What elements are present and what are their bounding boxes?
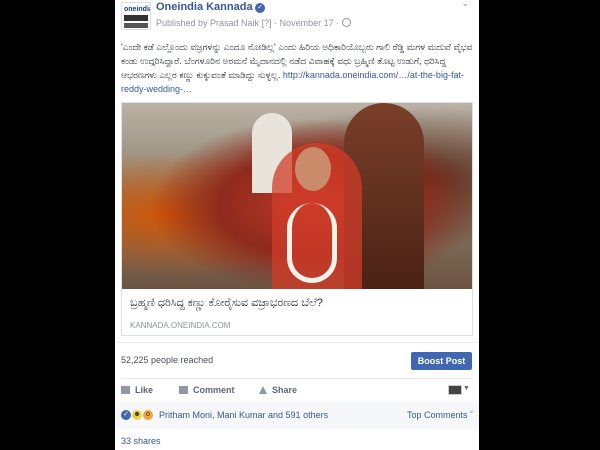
link-preview-domain: KANNADA.ONEINDIA.COM (130, 321, 231, 330)
thumbs-up-icon (121, 386, 130, 394)
page-avatar-icon[interactable] (448, 385, 462, 395)
globe-icon[interactable] (341, 18, 351, 27)
bride-garland (287, 203, 337, 283)
reaction-names[interactable]: Pritham Moni, Mani Kumar and 591 others (159, 410, 328, 420)
share-label: Share (272, 385, 298, 395)
top-comments-dropdown[interactable]: Top Comments ˇ (407, 410, 473, 420)
post-body: 'ಎಂದೇ ಕಡೆ ಎಲ್ಲೊಂದು ವಜ್ರಗಳನ್ನು ಎಂದೂ ನೋಡಿಲ… (121, 40, 473, 96)
share-icon (259, 386, 267, 394)
link-preview-card[interactable]: ಬ್ರಹ್ಮಣಿ ಧರಿಸಿದ್ದ ಕಣ್ಣು ಕೋರೈಸುವ ವಜ್ರಾಭರಣ… (121, 102, 473, 336)
post-meta: Published by Prasad Naik [?] · November … (156, 18, 351, 28)
help-mark[interactable]: [?] (262, 18, 272, 28)
meta-separator: · (336, 18, 340, 28)
page-name-link[interactable]: Oneindia Kannada (156, 1, 253, 13)
meta-separator: · (274, 18, 278, 28)
reactions-bar: ✓ ☻ o Pritham Moni, Mani Kumar and 591 o… (115, 401, 479, 429)
like-reaction-icon[interactable]: ✓ (121, 410, 131, 420)
post-header: oneindia Oneindia Kannada ✓ Published by… (121, 0, 473, 32)
published-by[interactable]: Published by Prasad Naik (156, 18, 259, 28)
caret-down-icon[interactable]: ▼ (463, 385, 470, 392)
facebook-post-card: oneindia Oneindia Kannada ✓ Published by… (115, 0, 479, 450)
post-date[interactable]: November 17 (280, 18, 334, 28)
divider (115, 342, 479, 343)
verified-badge-icon: ✓ (255, 3, 265, 13)
comment-label: Comment (193, 385, 235, 395)
chevron-down-icon[interactable]: ⌄ (461, 0, 469, 9)
bride-face (295, 147, 331, 191)
comment-button[interactable]: Comment (179, 385, 235, 395)
like-label: Like (135, 385, 154, 395)
share-count[interactable]: 33 shares (121, 436, 161, 446)
people-reached[interactable]: 52,225 people reached (121, 355, 213, 365)
link-preview-image[interactable] (122, 103, 472, 289)
share-button[interactable]: Share (259, 385, 297, 395)
wow-reaction-icon[interactable]: o (143, 410, 153, 420)
divider (121, 378, 473, 379)
haha-reaction-icon[interactable]: ☻ (132, 410, 142, 420)
like-button[interactable]: Like (121, 385, 153, 395)
comment-icon (179, 386, 188, 394)
boost-post-button[interactable]: Boost Post (411, 352, 472, 370)
link-preview-title[interactable]: ಬ್ರಹ್ಮಣಿ ಧರಿಸಿದ್ದ ಕಣ್ಣು ಕೋರೈಸುವ ವಜ್ರಾಭರಣ… (130, 297, 464, 310)
oneindia-logo[interactable]: oneindia (121, 2, 151, 30)
